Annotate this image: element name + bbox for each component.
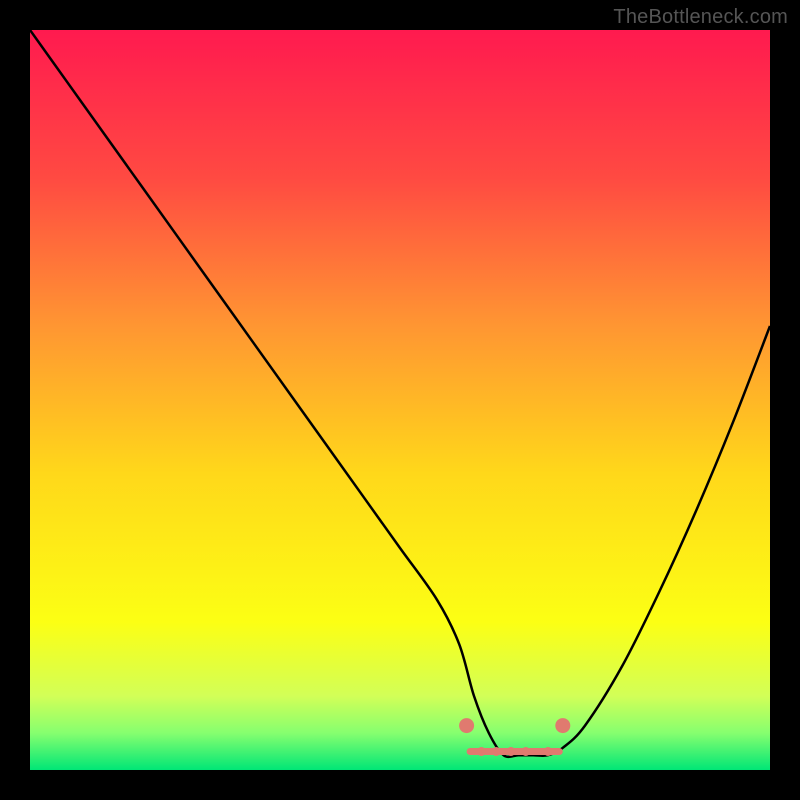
chart-container: TheBottleneck.com <box>0 0 800 800</box>
attribution-label: TheBottleneck.com <box>613 6 788 29</box>
plot-area <box>30 30 770 770</box>
bottleneck-curve <box>30 30 770 757</box>
valley-marker <box>459 718 570 756</box>
curve-layer <box>30 30 770 770</box>
